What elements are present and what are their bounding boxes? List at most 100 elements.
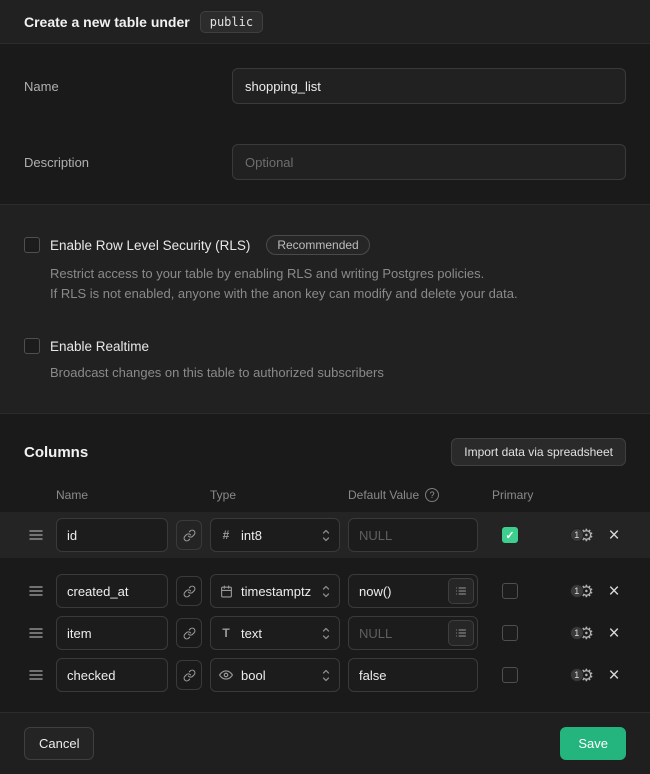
- column-type-label: bool: [241, 668, 313, 683]
- drag-handle-icon[interactable]: [24, 669, 48, 681]
- table-description-input[interactable]: [232, 144, 626, 180]
- link-icon: [183, 669, 196, 682]
- list-icon: [455, 585, 467, 597]
- default-value-input[interactable]: [349, 617, 448, 649]
- calendar-icon: [219, 585, 233, 598]
- header-default-value: Default Value ?: [348, 488, 478, 502]
- column-type-select[interactable]: bool: [210, 658, 340, 692]
- default-value-input[interactable]: [349, 659, 474, 691]
- primary-key-row-highlight: # int8 ✓ 1 ⚙ ×: [0, 512, 650, 558]
- column-row-item: T text 1 ⚙ ×: [24, 616, 626, 650]
- columns-table-header: Name Type Default Value ? Primary: [24, 488, 626, 502]
- panel-footer: Cancel Save: [0, 712, 650, 774]
- columns-title: Columns: [24, 444, 88, 461]
- link-icon: [183, 627, 196, 640]
- primary-checkbox[interactable]: ✓: [502, 527, 518, 543]
- rls-block: Enable Row Level Security (RLS) Recommen…: [24, 235, 626, 304]
- column-type-select[interactable]: T text: [210, 616, 340, 650]
- remove-column-button[interactable]: ×: [602, 582, 626, 601]
- panel-header: Create a new table under public: [0, 0, 650, 44]
- text-type-icon: T: [219, 626, 233, 640]
- table-name-input[interactable]: [232, 68, 626, 104]
- header-name: Name: [56, 488, 168, 502]
- default-value-field: [348, 658, 478, 692]
- realtime-checkbox[interactable]: [24, 338, 40, 354]
- primary-checkbox[interactable]: [502, 625, 518, 641]
- drag-handle-icon[interactable]: [24, 529, 48, 541]
- primary-cell: [486, 583, 534, 599]
- hash-icon: #: [219, 528, 233, 542]
- column-type-select[interactable]: timestamptz: [210, 574, 340, 608]
- foreign-key-button[interactable]: [176, 618, 202, 648]
- link-icon: [183, 529, 196, 542]
- realtime-toggle-row: Enable Realtime: [24, 338, 626, 354]
- check-icon: ✓: [505, 529, 514, 542]
- columns-header: Columns Import data via spreadsheet: [24, 438, 626, 466]
- save-button[interactable]: Save: [560, 727, 626, 760]
- column-settings-button[interactable]: 1 ⚙: [570, 527, 594, 544]
- chevron-updown-icon: [321, 626, 331, 641]
- foreign-key-button[interactable]: [176, 576, 202, 606]
- realtime-block: Enable Realtime Broadcast changes on thi…: [24, 338, 626, 383]
- rls-description-line2: If RLS is not enabled, anyone with the a…: [50, 284, 610, 304]
- primary-checkbox[interactable]: [502, 667, 518, 683]
- rls-description-line1: Restrict access to your table by enablin…: [50, 264, 610, 284]
- drag-handle-icon[interactable]: [24, 627, 48, 639]
- description-form-row: Description: [24, 144, 626, 180]
- column-type-label: timestamptz: [241, 584, 313, 599]
- rls-toggle-row: Enable Row Level Security (RLS) Recommen…: [24, 235, 626, 255]
- column-settings-button[interactable]: 1 ⚙: [570, 667, 594, 684]
- remove-column-button[interactable]: ×: [602, 624, 626, 643]
- columns-section: Columns Import data via spreadsheet Name…: [0, 414, 650, 712]
- name-form-row: Name: [24, 68, 626, 104]
- header-type: Type: [210, 488, 340, 502]
- column-row-id: # int8 ✓ 1 ⚙ ×: [24, 518, 626, 552]
- chevron-updown-icon: [321, 584, 331, 599]
- recommended-badge: Recommended: [266, 235, 369, 255]
- default-value-input[interactable]: [349, 575, 448, 607]
- foreign-key-button[interactable]: [176, 660, 202, 690]
- name-label: Name: [24, 79, 232, 94]
- default-options-button[interactable]: [448, 620, 474, 646]
- column-type-select[interactable]: # int8: [210, 518, 340, 552]
- help-icon[interactable]: ?: [425, 488, 439, 502]
- default-value-field: [348, 518, 478, 552]
- rls-checkbox[interactable]: [24, 237, 40, 253]
- column-name-input[interactable]: [56, 658, 168, 692]
- cancel-button[interactable]: Cancel: [24, 727, 94, 760]
- close-icon: ×: [608, 526, 619, 545]
- column-row-checked: bool 1 ⚙ ×: [24, 658, 626, 692]
- column-settings-button[interactable]: 1 ⚙: [570, 583, 594, 600]
- list-icon: [455, 627, 467, 639]
- schema-badge: public: [200, 11, 263, 33]
- eye-icon: [219, 668, 233, 682]
- primary-checkbox[interactable]: [502, 583, 518, 599]
- column-settings-button[interactable]: 1 ⚙: [570, 625, 594, 642]
- drag-handle-icon[interactable]: [24, 585, 48, 597]
- rls-label: Enable Row Level Security (RLS): [50, 238, 250, 253]
- import-spreadsheet-button[interactable]: Import data via spreadsheet: [451, 438, 626, 466]
- link-icon: [183, 585, 196, 598]
- primary-cell: [486, 625, 534, 641]
- primary-cell: ✓: [486, 527, 534, 543]
- create-table-panel: Create a new table under public Name Des…: [0, 0, 650, 761]
- header-primary: Primary: [486, 488, 534, 502]
- close-icon: ×: [608, 582, 619, 601]
- remove-column-button[interactable]: ×: [602, 666, 626, 685]
- default-value-input[interactable]: [349, 519, 474, 551]
- default-options-button[interactable]: [448, 578, 474, 604]
- default-value-field: [348, 616, 478, 650]
- column-name-input[interactable]: [56, 574, 168, 608]
- column-name-input[interactable]: [56, 616, 168, 650]
- remove-column-button[interactable]: ×: [602, 526, 626, 545]
- rls-description: Restrict access to your table by enablin…: [50, 264, 610, 304]
- column-type-label: text: [241, 626, 313, 641]
- foreign-key-button[interactable]: [176, 520, 202, 550]
- default-value-field: [348, 574, 478, 608]
- column-name-input[interactable]: [56, 518, 168, 552]
- column-row-created-at: timestamptz 1 ⚙ ×: [24, 574, 626, 608]
- chevron-updown-icon: [321, 668, 331, 683]
- chevron-updown-icon: [321, 528, 331, 543]
- realtime-label: Enable Realtime: [50, 339, 149, 354]
- realtime-description: Broadcast changes on this table to autho…: [50, 363, 610, 383]
